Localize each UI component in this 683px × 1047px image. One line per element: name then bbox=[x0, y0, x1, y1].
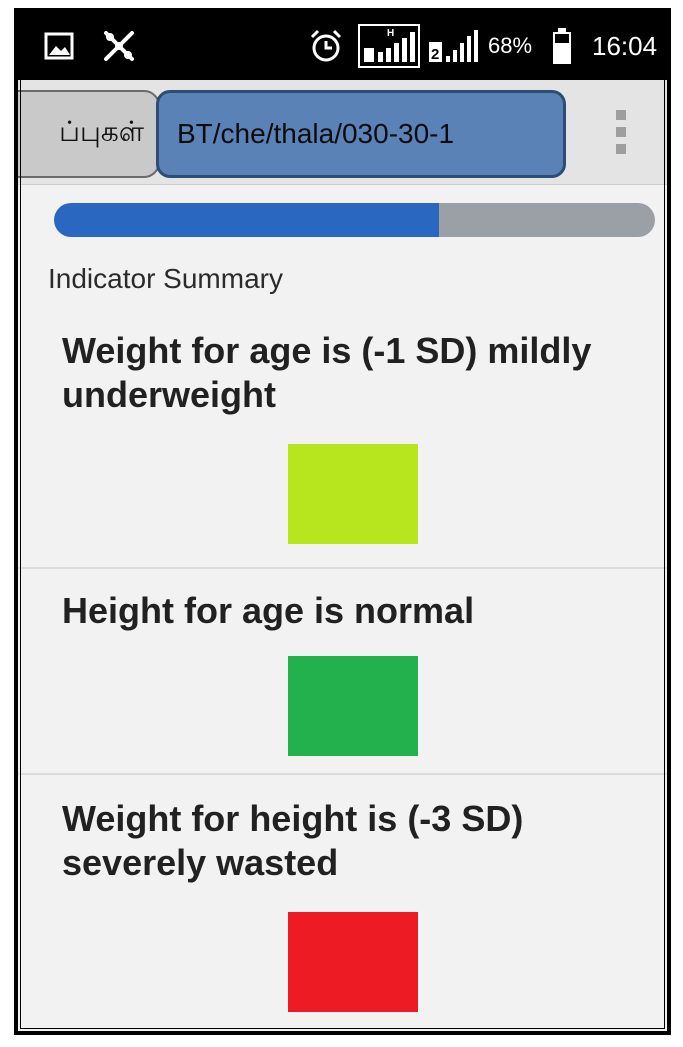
tab-active[interactable]: BT/che/thala/030-30-1 bbox=[156, 90, 566, 178]
signal-sim2-icon: 2 bbox=[428, 12, 480, 80]
indicator-height-for-age: Height for age is normal bbox=[18, 569, 667, 775]
status-color-swatch bbox=[288, 656, 418, 756]
indicator-weight-for-height: Weight for height is (-3 SD) severely wa… bbox=[18, 775, 667, 1031]
status-bar: H 2 68% 16:04 bbox=[18, 12, 667, 80]
phone-screen: H 2 68% 16:04 ப்புகள் BT/che/thala/030-3… bbox=[14, 8, 671, 1035]
battery-percent: 68% bbox=[488, 33, 533, 58]
tab-previous[interactable]: ப்புகள் bbox=[18, 90, 160, 178]
indicator-label: Height for age is normal bbox=[62, 590, 475, 631]
battery-icon bbox=[552, 12, 572, 80]
tab-bar: ப்புகள் BT/che/thala/030-30-1 bbox=[18, 80, 667, 185]
overflow-menu-icon[interactable] bbox=[610, 110, 634, 154]
svg-text:H: H bbox=[387, 28, 394, 39]
gallery-icon bbox=[44, 12, 74, 80]
indicator-weight-for-age: Weight for age is (-1 SD) mildly underwe… bbox=[18, 309, 667, 569]
status-color-swatch bbox=[288, 444, 418, 544]
section-title: Indicator Summary bbox=[48, 263, 283, 294]
progress-bar bbox=[54, 203, 655, 237]
svg-text:2: 2 bbox=[431, 46, 439, 63]
alarm-icon bbox=[308, 12, 344, 80]
indicator-summary-panel: Indicator Summary Weight for age is (-1 … bbox=[18, 185, 667, 1031]
clock: 16:04 bbox=[592, 30, 658, 61]
indicator-label: Weight for age is (-1 SD) mildly underwe… bbox=[62, 330, 592, 415]
app-notification-icon bbox=[102, 12, 136, 80]
signal-sim1-icon: H bbox=[358, 12, 420, 80]
progress-fill bbox=[54, 203, 439, 237]
status-color-swatch bbox=[288, 912, 418, 1012]
indicator-label: Weight for height is (-3 SD) severely wa… bbox=[62, 798, 524, 883]
